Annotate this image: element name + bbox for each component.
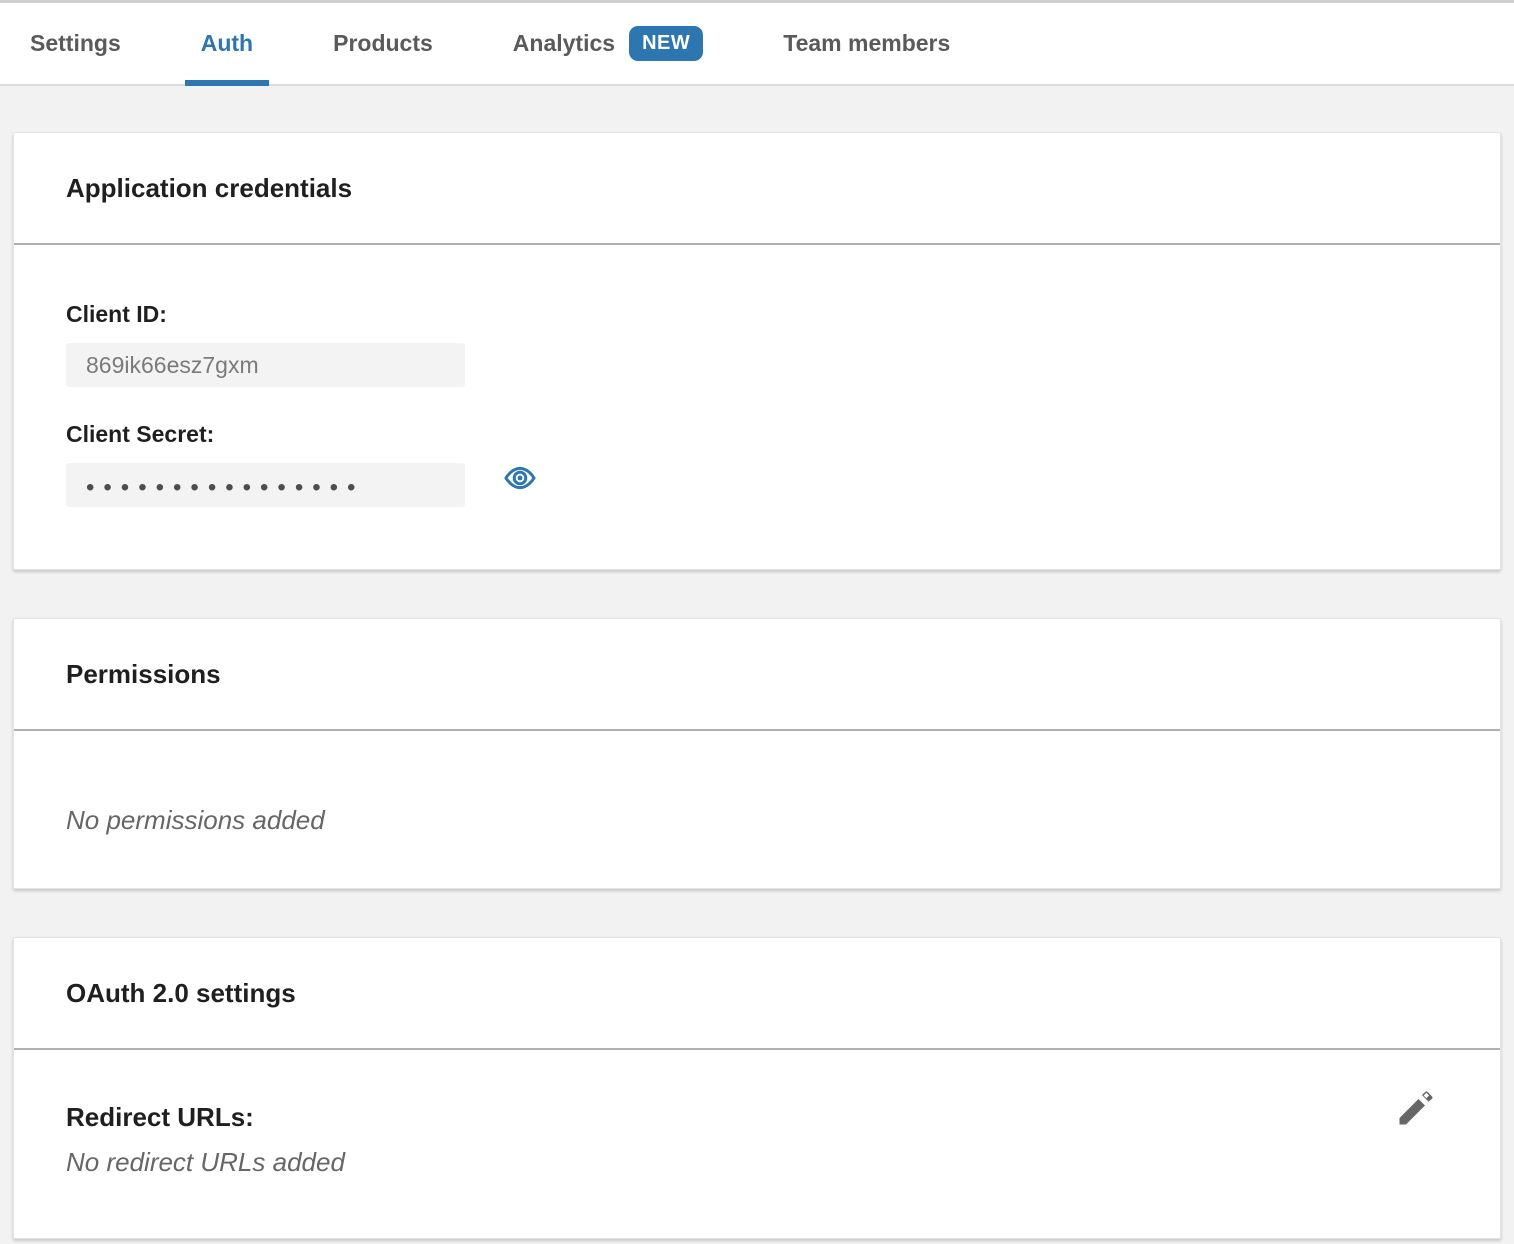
permissions-header: Permissions — [14, 619, 1500, 731]
eye-icon — [503, 461, 537, 495]
tab-team-members[interactable]: Team members — [767, 3, 966, 84]
permissions-title: Permissions — [66, 659, 221, 690]
client-secret-field[interactable]: •••••••••••••••• — [66, 463, 465, 507]
tab-auth-label: Auth — [201, 30, 253, 57]
application-credentials-title: Application credentials — [66, 173, 352, 204]
application-credentials-card: Application credentials Client ID: 869ik… — [13, 132, 1501, 570]
oauth-settings-card: OAuth 2.0 settings Redirect URLs: No red… — [13, 937, 1501, 1239]
oauth-settings-title: OAuth 2.0 settings — [66, 978, 296, 1009]
redirect-urls-label: Redirect URLs: — [66, 1102, 1448, 1133]
permissions-body: No permissions added — [14, 731, 1500, 888]
client-secret-row: •••••••••••••••• — [66, 448, 1448, 507]
application-credentials-header: Application credentials — [14, 133, 1500, 245]
client-secret-label: Client Secret: — [66, 421, 1448, 448]
pencil-icon — [1394, 1086, 1438, 1130]
tab-auth[interactable]: Auth — [185, 3, 269, 84]
client-id-value: 869ik66esz7gxm — [86, 352, 259, 379]
oauth-settings-header: OAuth 2.0 settings — [14, 938, 1500, 1050]
new-badge: NEW — [629, 26, 703, 61]
oauth-settings-body: Redirect URLs: No redirect URLs added — [14, 1050, 1500, 1238]
edit-redirect-urls-button[interactable] — [1390, 1082, 1442, 1134]
redirect-urls-empty-text: No redirect URLs added — [66, 1147, 1448, 1178]
auth-tab-content: Application credentials Client ID: 869ik… — [0, 86, 1514, 1239]
tab-analytics[interactable]: Analytics NEW — [497, 3, 719, 84]
permissions-empty-text: No permissions added — [66, 805, 1448, 836]
tab-settings[interactable]: Settings — [14, 3, 137, 84]
reveal-client-secret-button[interactable] — [497, 455, 543, 501]
permissions-card: Permissions No permissions added — [13, 618, 1501, 889]
tab-settings-label: Settings — [30, 30, 121, 57]
tab-analytics-label: Analytics — [513, 30, 615, 57]
client-id-field[interactable]: 869ik66esz7gxm — [66, 343, 465, 387]
tab-team-members-label: Team members — [783, 30, 950, 57]
tab-products-label: Products — [333, 30, 433, 57]
app-tab-bar: Settings Auth Products Analytics NEW Tea… — [0, 0, 1514, 86]
application-credentials-body: Client ID: 869ik66esz7gxm Client Secret:… — [14, 245, 1500, 569]
client-id-label: Client ID: — [66, 301, 1448, 328]
tab-products[interactable]: Products — [317, 3, 449, 84]
